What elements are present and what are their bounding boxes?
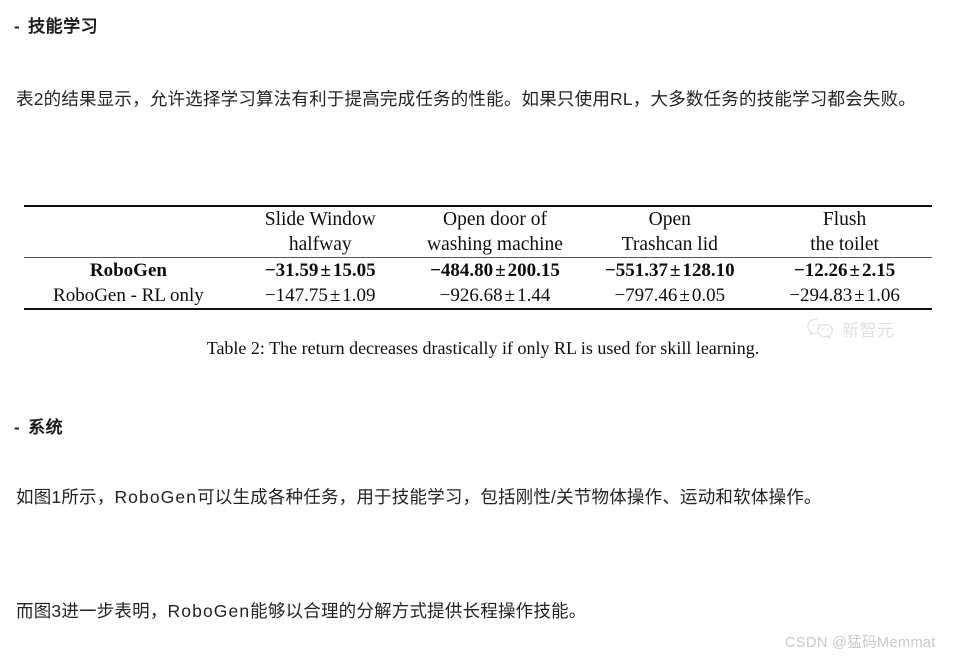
cell-plusminus: ± (679, 285, 690, 306)
cell-plusminus: ± (320, 260, 331, 281)
heading-text: 系统 (28, 418, 64, 437)
paragraph-latin-term: RoboGen (114, 487, 198, 507)
cell-plusminus: ± (495, 260, 506, 281)
caption-text: The return decreases drastically if only… (269, 338, 760, 358)
table-row: RoboGen −31.59 ±15.05 −484.80 ±200.15 −551… (24, 258, 932, 283)
cell-std: 128.10 (682, 260, 735, 281)
header-line-1: Slide Window (264, 209, 376, 230)
section-heading-skill-learning: - 技能学习 (14, 12, 98, 37)
table-corner-header (24, 207, 233, 257)
paragraph-text-part-a: 而图3进一步表明， (16, 601, 168, 621)
cell-std: 2.15 (861, 260, 896, 281)
cell-plusminus: ± (849, 260, 860, 281)
cell-mean: −551.37 (604, 260, 668, 281)
header-line-1: Flush (822, 209, 867, 230)
cell-plusminus: ± (504, 285, 516, 306)
table-2-block: Slide Window halfway Open door of washin… (24, 205, 932, 310)
table-column-header-slide-window: Slide Window halfway (233, 207, 408, 257)
header-line-1: Open door of (443, 209, 547, 230)
cell-mean: −294.83 (789, 285, 853, 306)
paragraph-text-part-b: 能够以合理的分解方式提供长程操作技能。 (250, 601, 587, 621)
paragraph-latin-term: RoboGen (167, 601, 251, 621)
results-table-body: RoboGen −31.59 ±15.05 −484.80 ±200.15 −551… (24, 258, 932, 308)
paragraph-skill-learning: 表2的结果显示，允许选择学习算法有利于提高完成任务的性能。如果只使用RL，大多数… (16, 89, 916, 109)
heading-dash: - (14, 17, 21, 36)
caption-label: Table 2: (206, 338, 265, 358)
table-header-row: Slide Window halfway Open door of washin… (24, 207, 932, 257)
header-line-1: Open (648, 209, 691, 230)
cell-std: 1.44 (517, 285, 551, 306)
wechat-icon (806, 317, 836, 341)
paragraph-text-part-b: 可以生成各种任务，用于技能学习，包括刚性/关节物体操作、运动和软体操作。 (197, 487, 822, 507)
heading-dash: - (14, 418, 21, 437)
cell-mean: −484.80 (430, 260, 494, 281)
paragraph-text-part-a: 如图1所示， (16, 487, 115, 507)
table-column-header-open-door-washing-machine: Open door of washing machine (408, 207, 583, 257)
cell-mean: −797.46 (614, 285, 678, 306)
cell-std: 0.05 (691, 285, 726, 306)
section-heading-system: - 系统 (14, 413, 63, 438)
table-cell: −551.37 ±128.10 (582, 258, 757, 283)
heading-text: 技能学习 (28, 17, 99, 36)
cell-plusminus: ± (329, 285, 341, 306)
cell-plusminus: ± (854, 285, 865, 306)
cell-plusminus: ± (669, 260, 681, 281)
table-bottom-rule (24, 308, 932, 310)
cell-mean: −12.26 (793, 260, 848, 281)
table-cell: −926.68 ±1.44 (408, 283, 583, 308)
table-cell: −797.46 ±0.05 (582, 283, 757, 308)
cell-std: 200.15 (507, 260, 560, 281)
table-cell: −147.75 ±1.09 (233, 283, 408, 308)
table-row: RoboGen - RL only −147.75 ±1.09 −926.68 ±1… (24, 283, 932, 308)
cell-std: 1.06 (866, 285, 900, 306)
table-cell: −31.59 ±15.05 (233, 258, 408, 283)
table-cell: −484.80 ±200.15 (408, 258, 583, 283)
cell-std: 15.05 (332, 260, 376, 281)
paragraph-system-2: 而图3进一步表明，RoboGen能够以合理的分解方式提供长程操作技能。 (16, 592, 952, 631)
table-2-caption: Table 2: The return decreases drasticall… (0, 338, 966, 359)
table-cell: −294.83 ±1.06 (757, 283, 932, 308)
header-line-2: the toilet (810, 234, 879, 255)
table-head: Slide Window halfway Open door of washin… (24, 207, 932, 257)
article-page: - 技能学习 表2的结果显示，允许选择学习算法有利于提高完成任务的性能。如果只使用… (0, 0, 966, 659)
cell-mean: −926.68 (439, 285, 503, 306)
cell-std: 1.09 (342, 285, 376, 306)
table-cell: −12.26 ±2.15 (757, 258, 932, 283)
header-line-2: halfway (288, 234, 352, 255)
header-line-2: washing machine (427, 234, 563, 255)
cell-mean: −147.75 (264, 285, 328, 306)
table-column-header-open-trashcan-lid: Open Trashcan lid (582, 207, 757, 257)
paragraph-system-1: 如图1所示，RoboGen可以生成各种任务，用于技能学习，包括刚性/关节物体操作… (16, 478, 952, 517)
header-line-2: Trashcan lid (621, 234, 718, 255)
csdn-watermark: CSDN @猛码Memmat (785, 635, 936, 651)
table-column-header-flush-the-toilet: Flush the toilet (757, 207, 932, 257)
table-row-label: RoboGen (89, 260, 167, 281)
results-table: Slide Window halfway Open door of washin… (24, 207, 932, 257)
cell-mean: −31.59 (264, 260, 319, 281)
table-row-label: RoboGen - RL only (53, 285, 204, 306)
